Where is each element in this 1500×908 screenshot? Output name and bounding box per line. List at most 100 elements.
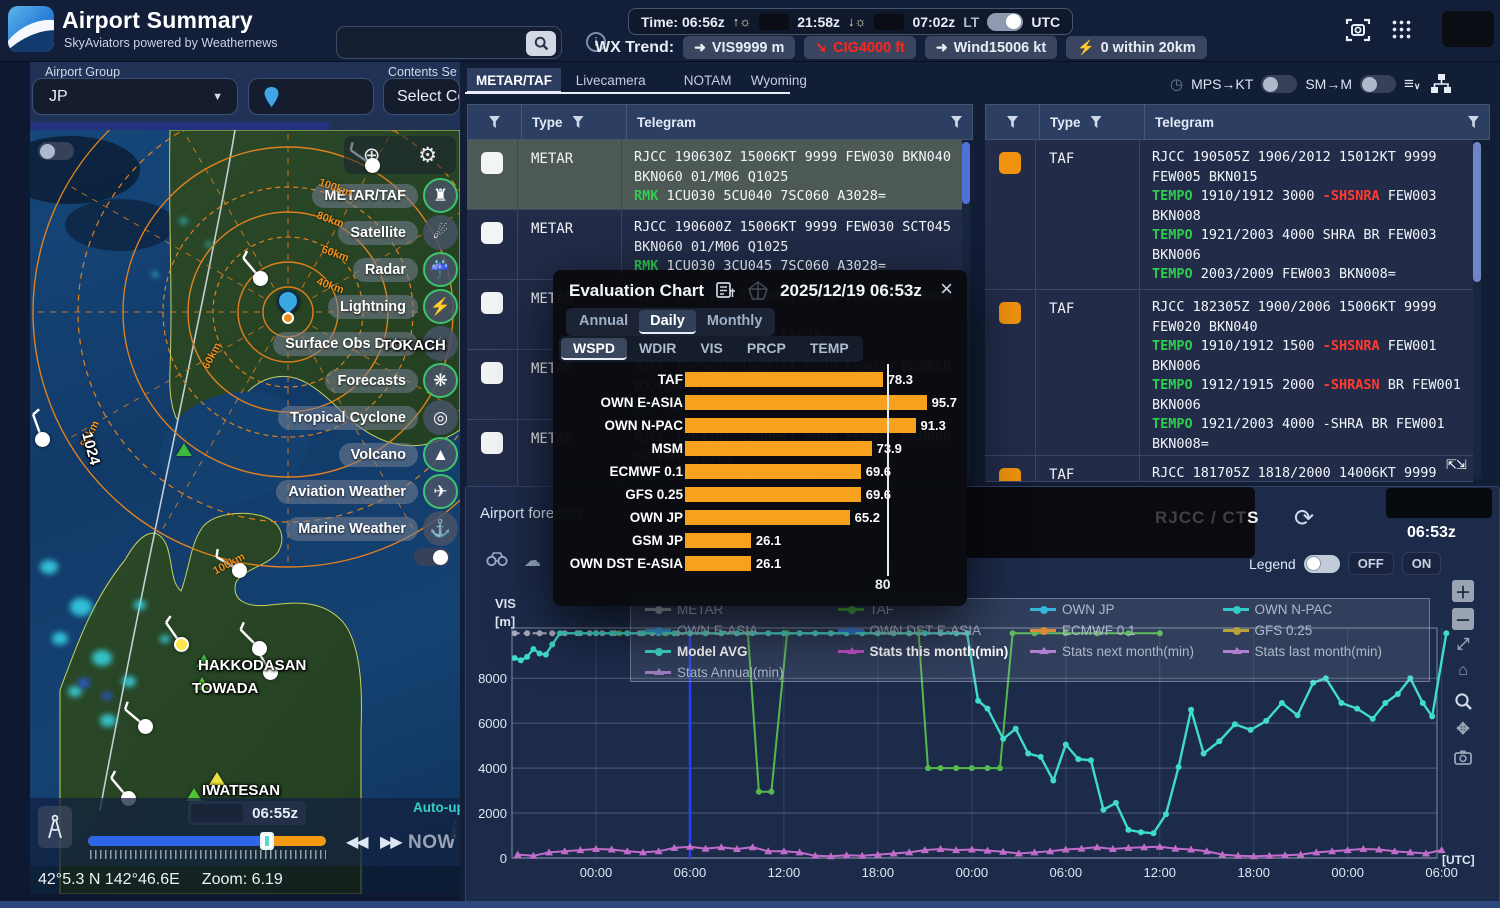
cloud-icon[interactable]: ☁ xyxy=(524,551,541,571)
tree-view-icon[interactable] xyxy=(1429,72,1453,96)
taf-table-scrollbar[interactable] xyxy=(1473,141,1481,480)
modal-subtab-wdir[interactable]: WDIR xyxy=(627,338,688,360)
type-column-header[interactable]: Type xyxy=(532,115,563,130)
binoculars-icon[interactable] xyxy=(486,551,508,567)
tab-metar-taf[interactable]: METAR/TAF xyxy=(467,68,561,94)
legend-item[interactable]: GFS 0.25 xyxy=(1223,623,1416,638)
station-marker[interactable] xyxy=(252,641,267,656)
timeline-handle[interactable] xyxy=(260,832,274,850)
step-forward-button[interactable]: ▶▶ xyxy=(380,832,401,852)
step-back-button[interactable]: ◀◀ xyxy=(346,832,367,852)
lt-utc-toggle[interactable] xyxy=(987,13,1023,31)
legend-item[interactable]: Stats this month(min) xyxy=(838,644,1031,659)
refresh-icon[interactable]: ⟳ xyxy=(1294,504,1314,533)
table-row[interactable]: TAFRJCC 182305Z 1900/2006 15006KT 9999 F… xyxy=(985,290,1473,456)
airport-group-select[interactable]: JP ▼ xyxy=(32,78,238,115)
station-marker[interactable] xyxy=(35,432,50,447)
table-row[interactable]: TAFRJCC 190505Z 1906/2012 15012KT 9999 F… xyxy=(985,140,1473,290)
layer-button-marine-weather[interactable]: Marine Weather⚓ xyxy=(286,511,458,546)
search-button[interactable] xyxy=(526,31,556,56)
row-checkbox[interactable] xyxy=(481,222,503,244)
fullscreen-icon[interactable]: ⤢ xyxy=(1452,634,1474,656)
telegram-column-header[interactable]: Telegram xyxy=(637,115,696,130)
legend-item[interactable]: OWN E-ASIA xyxy=(645,623,838,638)
layer-button-forecasts[interactable]: Forecasts❋ xyxy=(325,363,458,398)
map-canvas[interactable]: ⊕ ⚙ METAR/TAF♜Satellite☄Radar☔Lightning⚡… xyxy=(30,130,460,894)
map-settings-gear-icon[interactable]: ⚙ xyxy=(418,143,437,168)
modal-tab-annual[interactable]: Annual xyxy=(568,310,639,334)
legend-toggle[interactable] xyxy=(1304,555,1340,573)
filter-icon[interactable] xyxy=(1007,116,1018,128)
tab-wyoming[interactable]: Wyoming xyxy=(742,68,816,94)
wx-badge[interactable]: ➜VIS9999 m xyxy=(683,36,795,59)
legend-item[interactable]: Stats last month(min) xyxy=(1223,644,1416,659)
sm-m-toggle[interactable] xyxy=(1360,75,1396,93)
legend-item[interactable]: OWN N-PAC xyxy=(1223,602,1416,617)
wx-badge[interactable]: ➜Wind15006 kt xyxy=(925,36,1057,59)
row-checkbox[interactable] xyxy=(481,292,503,314)
legend-item[interactable]: Model AVG xyxy=(645,644,838,659)
filter-icon[interactable] xyxy=(1091,116,1102,128)
tab-livecamera[interactable]: Livecamera xyxy=(567,68,655,94)
horizontal-scrollbar[interactable] xyxy=(30,122,330,130)
table-row[interactable]: TAFRJCC 181705Z 1818/2000 14006KT 9999 xyxy=(985,456,1473,482)
layer-menu-toggle[interactable] xyxy=(414,548,450,566)
zoom-out-button[interactable]: － xyxy=(1452,608,1474,630)
tab-notam[interactable]: NOTAM xyxy=(675,68,741,94)
layer-button-lightning[interactable]: Lightning⚡ xyxy=(328,289,458,324)
timeline-info-icon[interactable]: i xyxy=(450,816,457,846)
snapshot-camera-icon[interactable] xyxy=(1452,746,1474,768)
layer-button-radar[interactable]: Radar☔ xyxy=(353,252,458,287)
station-marker[interactable] xyxy=(365,158,380,173)
expand-icon[interactable]: ⇱⇲ xyxy=(1446,457,1466,473)
report-icon[interactable] xyxy=(716,282,736,300)
contents-set-select[interactable]: Select Co xyxy=(383,78,460,115)
zoom-select-icon[interactable] xyxy=(1452,690,1474,712)
modal-tab-monthly[interactable]: Monthly xyxy=(696,310,774,334)
filter-icon[interactable] xyxy=(1468,116,1479,128)
timeline-slider[interactable] xyxy=(88,836,326,846)
list-view-icon[interactable]: ≡∨ xyxy=(1404,74,1421,94)
apps-grid-icon[interactable] xyxy=(1391,19,1411,39)
row-checkbox[interactable] xyxy=(481,152,503,174)
legend-item[interactable]: OWN JP xyxy=(1030,602,1223,617)
now-button[interactable]: NOW xyxy=(408,832,456,854)
modal-subtab-prcp[interactable]: PRCP xyxy=(735,338,798,360)
location-pin-input[interactable] xyxy=(248,78,374,115)
filter-icon[interactable] xyxy=(573,116,584,128)
screenshot-icon[interactable] xyxy=(1344,16,1372,49)
filter-icon[interactable] xyxy=(951,116,962,128)
layer-button-tropical-cyclone[interactable]: Tropical Cyclone◎ xyxy=(278,400,458,435)
modal-subtab-temp[interactable]: TEMP xyxy=(798,338,861,360)
layer-button-aviation-weather[interactable]: Aviation Weather✈ xyxy=(276,474,458,509)
home-icon[interactable]: ⌂ xyxy=(1452,660,1474,682)
close-icon[interactable]: × xyxy=(940,276,953,302)
station-marker[interactable] xyxy=(138,719,153,734)
legend-on-button[interactable]: ON xyxy=(1402,552,1442,575)
wx-badge[interactable]: ⚡0 within 20km xyxy=(1066,36,1207,59)
modal-subtab-wspd[interactable]: WSPD xyxy=(561,338,627,360)
legend-off-button[interactable]: OFF xyxy=(1348,552,1394,575)
layer-button-satellite[interactable]: Satellite☄ xyxy=(338,215,458,250)
modal-subtab-vis[interactable]: VIS xyxy=(688,338,735,360)
legend-item[interactable]: OWN DST E-ASIA xyxy=(838,623,1031,638)
legend-item[interactable]: Stats next month(min) xyxy=(1030,644,1223,659)
telegram-column-header[interactable]: Telegram xyxy=(1155,115,1214,130)
row-checkbox[interactable] xyxy=(481,432,503,454)
wx-badge[interactable]: ➘CIG4000 ft xyxy=(804,36,915,59)
table-row[interactable]: METARRJCC 190630Z 15006KT 9999 FEW030 BK… xyxy=(467,140,962,210)
row-checkbox[interactable] xyxy=(999,468,1021,482)
search-input[interactable] xyxy=(336,26,562,59)
modal-tab-daily[interactable]: Daily xyxy=(639,310,696,334)
mps-kt-toggle[interactable] xyxy=(1261,75,1297,93)
pentagon-icon[interactable] xyxy=(748,281,768,301)
station-marker[interactable] xyxy=(174,637,189,652)
type-column-header[interactable]: Type xyxy=(1050,115,1081,130)
row-checkbox[interactable] xyxy=(999,152,1021,174)
map-overlay-toggle[interactable] xyxy=(38,142,74,160)
filter-icon[interactable] xyxy=(489,116,500,128)
measure-tool-button[interactable] xyxy=(38,806,72,848)
station-marker[interactable] xyxy=(253,271,268,286)
legend-item[interactable]: ECMWF 0.1 xyxy=(1030,623,1223,638)
row-checkbox[interactable] xyxy=(481,362,503,384)
